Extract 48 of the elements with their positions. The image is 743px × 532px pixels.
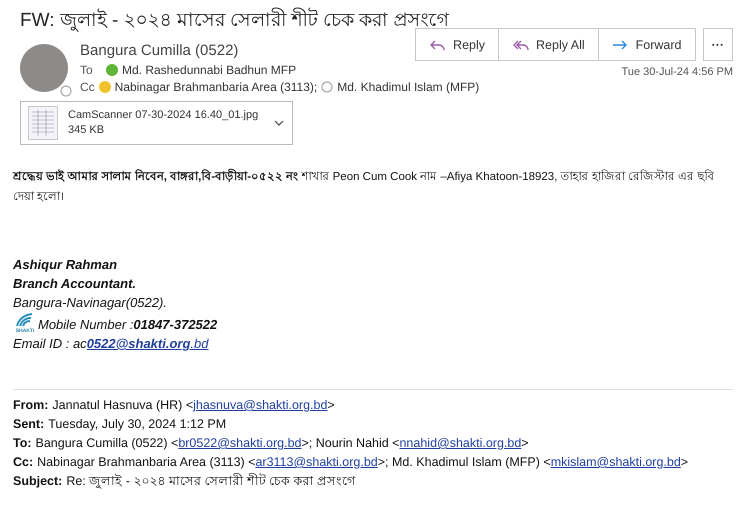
chevron-down-icon [274, 120, 284, 126]
email-link[interactable]: 0522@shakti.org [86, 334, 190, 353]
email-link[interactable]: jhasnuva@shakti.org.bd [193, 396, 328, 415]
header-label: Cc: [13, 454, 34, 471]
header-label: Subject: [13, 473, 62, 490]
signature-line: Branch Accountant. [13, 275, 138, 293]
header-value: Nabinagar Brahmanbaria Area (3113) < [37, 454, 256, 471]
attachment-card[interactable]: CamScanner 07-30-2024 16.40_01.jpg 345 KB [20, 101, 294, 145]
status-ring-icon [60, 85, 72, 97]
recipient-label: Cc [80, 80, 95, 94]
header-value: > [327, 397, 335, 414]
mobile-label: Mobile Number : [38, 316, 134, 334]
sender-name: Bangura Cumilla (0522) [80, 42, 240, 59]
more-button[interactable]: ··· [702, 28, 733, 61]
header-label: From: [13, 397, 48, 414]
header-value: Re: জুলাই - ২০২৪ মাসের সেলারী শীট চেক করা প্রসংগে [66, 472, 356, 491]
double-reply-arrow-icon [512, 38, 530, 52]
recipient-label: To [80, 62, 94, 76]
attachment-size: 345 KB [68, 123, 106, 138]
signature-line: Ashiqur Rahman [13, 256, 118, 274]
header-value: >; Nourin Nahid < [302, 435, 400, 452]
recipient-name[interactable]: Md. Khadimul Islam (MFP) [337, 80, 480, 94]
signature-line: Bangura-Navinagar(0522). [13, 294, 168, 312]
header-value: > [680, 454, 688, 471]
header-value: Tuesday, July 30, 2024 1:12 PM [48, 416, 226, 433]
email-link[interactable]: nnahid@shakti.org.bd [399, 434, 522, 453]
avatar-photo-placeholder [20, 44, 68, 92]
recipient-name[interactable]: Md. Rashedunnabi Badhun MFP [122, 62, 296, 76]
header-label: Sent: [13, 416, 44, 433]
header-value: >; Md. Khadimul Islam (MFP) < [378, 454, 551, 471]
email-link[interactable]: mkislam@shakti.org.bd [550, 453, 681, 472]
right-arrow-icon [612, 38, 629, 52]
header-label: To: [13, 435, 32, 452]
reply-arrow-icon [429, 38, 446, 52]
email-link-tail[interactable]: .bd [190, 334, 208, 353]
recipient-name[interactable]: Nabinagar Brahmanbaria Area (3113); [114, 80, 318, 94]
attachment-name: CamScanner 07-30-2024 16.40_01.jpg [68, 108, 258, 123]
header-value: Jannatul Hasnuva (HR) < [52, 397, 194, 414]
status-ring-icon [321, 80, 334, 92]
header-value: > [521, 435, 529, 452]
email-label: Email ID : ac [13, 335, 87, 353]
email-link[interactable]: ar3113@shakti.org.bd [255, 453, 378, 472]
message-text: শ্রদ্ধেয় ভাই আমার সালাম নিবেন, বাঙ্গরা,বি-বাড়ীয়া-০৫২২ নং শাখার Peon Cum Cook নাম –Afiya Khatoon-18923, তাহার হাজিরা রেজিস্টার এর ছবি দেয়া হলো। [13, 167, 718, 207]
document-thumbnail-icon [28, 106, 58, 140]
header-value: Bangura Cumilla (0522) < [36, 435, 178, 452]
sent-date: Tue 30-Jul-24 4:56 PM [622, 66, 733, 78]
mobile-number: 01847-372522 [133, 316, 218, 334]
email-link[interactable]: br0522@shakti.org.bd [178, 434, 302, 453]
